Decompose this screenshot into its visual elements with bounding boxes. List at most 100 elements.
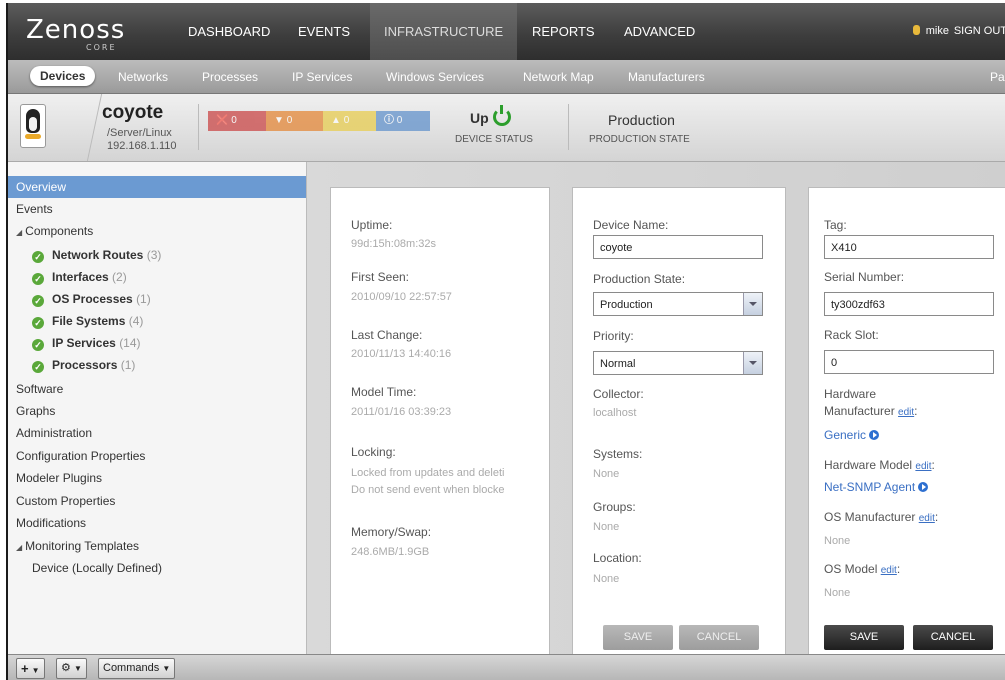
edit-link[interactable]: edit <box>898 407 914 418</box>
component-count: (1) <box>120 358 136 372</box>
first-seen-label: First Seen: <box>351 270 410 284</box>
edit-link[interactable]: edit <box>915 461 931 472</box>
production-state-select[interactable]: Production <box>593 292 763 316</box>
locking-value-2: Do not send event when blocke <box>351 484 505 496</box>
rack-slot-input[interactable]: 0 <box>824 350 994 374</box>
navigate-arrow-icon[interactable] <box>918 482 929 492</box>
uptime-label: Uptime: <box>351 218 393 232</box>
header-divider <box>46 94 103 161</box>
chevron-down-icon[interactable] <box>743 293 762 315</box>
component-processors[interactable]: ✓ Processors (1) <box>32 358 135 373</box>
component-ip-services[interactable]: ✓ IP Services (14) <box>32 336 141 351</box>
subnav-windows-services[interactable]: Windows Services <box>386 70 484 84</box>
component-network-routes[interactable]: ✓ Network Routes (3) <box>32 248 161 263</box>
nav-reports[interactable]: REPORTS <box>532 24 595 39</box>
priority-select[interactable]: Normal <box>593 351 763 375</box>
tag-input[interactable]: X410 <box>824 235 994 259</box>
cancel-button[interactable]: CANCEL <box>913 625 993 650</box>
error-events[interactable]: ▼ 0 <box>266 111 323 131</box>
nav-infrastructure[interactable]: INFRASTRUCTURE <box>370 3 518 60</box>
device-class-path[interactable]: /Server/Linux <box>107 127 172 139</box>
subnav-network-map[interactable]: Network Map <box>523 70 594 84</box>
hardware-manufacturer-label-line1: Hardware <box>824 387 877 401</box>
sidebar-item-configuration-properties[interactable]: Configuration Properties <box>8 445 306 467</box>
warning-events[interactable]: ▲ 0 <box>323 111 376 131</box>
sidebar-item-modifications[interactable]: Modifications <box>8 512 306 534</box>
cancel-button[interactable]: CANCEL <box>679 625 759 650</box>
serial-number-input[interactable]: ty300zdf63 <box>824 292 994 316</box>
subnav-processes[interactable]: Processes <box>202 70 258 84</box>
power-icon <box>492 105 511 126</box>
save-button[interactable]: SAVE <box>824 625 904 650</box>
nav-dashboard[interactable]: DASHBOARD <box>188 24 270 39</box>
memory-value: 248.6MB/1.9GB <box>351 546 430 558</box>
subnav-manufacturers[interactable]: Manufacturers <box>628 70 705 84</box>
chevron-down-icon: ▼ <box>73 664 82 673</box>
device-header: coyote /Server/Linux 192.168.1.110 ❌ 0 ▼… <box>8 94 1005 162</box>
sidebar-item-modeler-plugins[interactable]: Modeler Plugins <box>8 467 306 489</box>
commands-menu-button[interactable]: Commands ▼ <box>98 658 176 679</box>
critical-events[interactable]: ❌ 0 <box>208 111 266 131</box>
info-events[interactable]: ⓘ 0 <box>376 111 430 131</box>
action-menu-button[interactable]: ⚙ ▼ <box>56 658 87 679</box>
collector-value: localhost <box>593 407 637 419</box>
groups-value: None <box>593 521 620 533</box>
os-manufacturer-value: None <box>824 535 851 547</box>
user-menu[interactable]: mike <box>912 25 949 37</box>
nav-events[interactable]: EVENTS <box>298 24 350 39</box>
critical-icon: ❌ <box>216 115 229 126</box>
locking-value-1: Locked from updates and deleti <box>351 467 505 479</box>
hardware-manufacturer-link[interactable]: Generic <box>824 428 880 442</box>
edit-link[interactable]: edit <box>881 565 897 576</box>
component-os-processes[interactable]: ✓ OS Processes (1) <box>32 292 151 307</box>
sidebar-item-device-template[interactable]: Device (Locally Defined) <box>8 557 306 579</box>
first-seen-value: 2010/09/10 22:57:57 <box>351 291 452 303</box>
sidebar-item-events[interactable]: Events <box>8 198 306 220</box>
location-label: Location: <box>593 551 642 565</box>
label-text: Manufacturer <box>824 404 895 418</box>
subnav-ip-services[interactable]: IP Services <box>292 70 352 84</box>
hardware-model-link[interactable]: Net-SNMP Agent <box>824 480 929 494</box>
zenoss-logo[interactable]: Zenoss CORE <box>26 15 125 52</box>
collapse-triangle-icon[interactable]: ◢ <box>16 222 22 244</box>
rack-slot-label: Rack Slot: <box>824 328 879 342</box>
sidebar-item-administration[interactable]: Administration <box>8 422 306 444</box>
component-interfaces[interactable]: ✓ Interfaces (2) <box>32 270 127 285</box>
navigate-arrow-icon[interactable] <box>869 430 880 440</box>
sidebar-item-monitoring-templates[interactable]: ◢ Monitoring Templates <box>8 535 306 557</box>
device-name-input[interactable]: coyote <box>593 235 763 259</box>
groups-label: Groups: <box>593 500 636 514</box>
production-state-label: PRODUCTION STATE <box>589 134 690 145</box>
sign-out-link[interactable]: SIGN OUT <box>954 25 1005 37</box>
sidebar-item-custom-properties[interactable]: Custom Properties <box>8 490 306 512</box>
component-label: IP Services <box>52 336 116 350</box>
uptime-value: 99d:15h:08m:32s <box>351 238 437 250</box>
memory-label: Memory/Swap: <box>351 525 432 539</box>
chevron-down-icon[interactable] <box>743 352 762 374</box>
os-manufacturer-label: OS Manufacturer edit: <box>824 510 938 524</box>
commands-label: Commands <box>103 662 160 674</box>
subnav-networks[interactable]: Networks <box>118 70 168 84</box>
event-rainbow[interactable]: ❌ 0 ▼ 0 ▲ 0 ⓘ 0 <box>208 111 430 131</box>
sidebar-item-components[interactable]: ◢ Components <box>8 220 306 242</box>
hardware-info-form: Tag: X410 Serial Number: ty300zdf63 Rack… <box>808 187 1005 659</box>
check-icon: ✓ <box>32 317 44 329</box>
add-menu-button[interactable]: + ▼ <box>16 658 45 679</box>
subnav-devices[interactable]: Devices <box>30 66 96 86</box>
plus-icon: + <box>21 661 29 676</box>
error-count: 0 <box>286 115 293 126</box>
sidebar-item-overview[interactable]: Overview <box>8 176 306 198</box>
os-model-value: None <box>824 587 851 599</box>
component-file-systems[interactable]: ✓ File Systems (4) <box>32 314 143 329</box>
edit-link[interactable]: edit <box>919 513 935 524</box>
sidebar-item-software[interactable]: Software <box>8 378 306 400</box>
sidebar-item-graphs[interactable]: Graphs <box>8 400 306 422</box>
check-icon: ✓ <box>32 251 44 263</box>
subnav-overflow[interactable]: Pa <box>990 70 1005 84</box>
nav-advanced[interactable]: ADVANCED <box>624 24 695 39</box>
check-icon: ✓ <box>32 273 44 285</box>
app-frame: Zenoss CORE DASHBOARD EVENTS INFRASTRUCT… <box>6 3 1005 680</box>
collapse-triangle-icon[interactable]: ◢ <box>16 537 22 559</box>
save-button[interactable]: SAVE <box>603 625 673 650</box>
systems-label: Systems: <box>593 447 643 461</box>
